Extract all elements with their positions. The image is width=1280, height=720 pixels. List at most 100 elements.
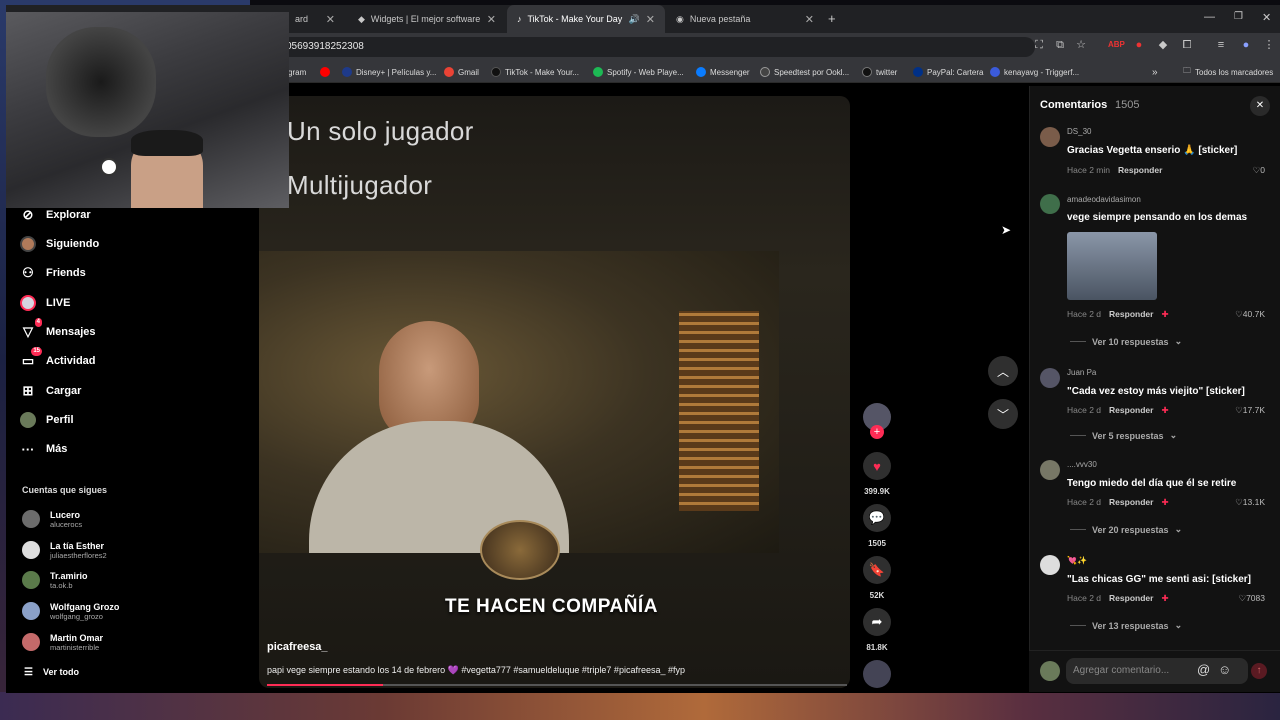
close-icon[interactable]: ✕ [487, 13, 496, 26]
previous-video-button[interactable]: ︿ [988, 356, 1018, 386]
send-arrow-icon[interactable]: ↑ [1251, 663, 1267, 679]
follow-plus-icon[interactable]: + [870, 425, 884, 439]
tab-4[interactable]: ◉ Nueva pestaña ✕ [666, 5, 824, 33]
bookmark-item[interactable]: Disney+ | Películas y... [342, 64, 436, 80]
compass-icon: ⊘ [22, 207, 34, 222]
reply-button[interactable]: Responder [1109, 497, 1153, 508]
bookmark-item[interactable]: Speedtest por Ookl... [760, 64, 849, 80]
like-button[interactable]: ♥ 399.9K [862, 452, 892, 496]
extension-diamond-icon[interactable]: ◆ [1156, 38, 1170, 52]
profile-avatar-icon[interactable]: ● [1239, 38, 1253, 52]
save-count: 52K [869, 591, 885, 600]
avatar[interactable] [1040, 555, 1060, 575]
bookmark-item[interactable]: kenayavg - Triggerf... [990, 64, 1079, 80]
bookmark-item[interactable]: TikTok - Make Your... [491, 64, 579, 80]
live-icon [20, 295, 36, 311]
minimize-icon[interactable]: — [1204, 11, 1215, 23]
media-control-icon[interactable]: ≡ [1214, 38, 1228, 52]
comment-like[interactable]: ♡13.1K [1215, 497, 1265, 508]
bookmark-item[interactable]: PayPal: Cartera [913, 64, 983, 80]
comment-user[interactable]: DS_30 [1067, 127, 1091, 136]
comment-user[interactable]: amadeodavidasimon [1067, 195, 1141, 204]
new-tab-icon[interactable]: + [828, 11, 836, 26]
view-replies-button[interactable]: Ver 5 respuestas ⌄ [1070, 430, 1177, 441]
video-author[interactable]: picafreesa_ [267, 641, 328, 653]
speaker-icon[interactable]: 🔊 [629, 14, 640, 25]
view-replies-button[interactable]: Ver 20 respuestas ⌄ [1070, 524, 1182, 535]
tab-3[interactable]: ♪ TikTok - Make Your Day 🔊 ✕ [507, 5, 665, 33]
share-count: 81.8K [866, 643, 888, 652]
close-comments-icon[interactable]: ✕ [1250, 96, 1270, 116]
reply-button[interactable]: Responder [1109, 405, 1153, 416]
close-icon[interactable]: ✕ [646, 13, 655, 26]
star-icon[interactable]: ☆ [1074, 38, 1088, 52]
chevron-down-icon: ⌄ [1174, 336, 1183, 346]
account-item[interactable]: Lucero alucerocs [22, 506, 82, 532]
reply-button[interactable]: Responder [1109, 593, 1153, 604]
comment-time: Hace 2 d [1067, 593, 1102, 603]
music-disc-button[interactable] [862, 660, 892, 688]
emoji-icon[interactable]: ☺ [1218, 662, 1231, 677]
cast-icon[interactable]: ⧉ [1053, 38, 1067, 52]
account-item[interactable]: Wolfgang Grozo wolfgang_grozo [22, 598, 119, 624]
heart-outline-icon: ♡ [1235, 309, 1243, 319]
sidebar-item-actividad[interactable]: ▭ 15 Actividad [20, 347, 96, 372]
bookmark-item[interactable]: twitter [862, 64, 897, 80]
tab-1[interactable]: ard ✕ [285, 5, 345, 33]
bookmarks-overflow-icon[interactable]: » [1152, 64, 1158, 80]
sidebar-item-siguiendo[interactable]: Siguiendo [20, 233, 99, 255]
comment-like[interactable]: ♡0 [1215, 165, 1265, 176]
account-item[interactable]: La tía Esther juliaestherflores2 [22, 537, 107, 563]
next-video-button[interactable]: ﹀ [988, 399, 1018, 429]
translate-icon[interactable]: ⛶ [1032, 38, 1046, 52]
close-icon[interactable]: ✕ [326, 13, 335, 26]
share-button[interactable]: ➦ 81.8K [862, 608, 892, 652]
comment-user[interactable]: Juan Pa [1067, 368, 1096, 377]
sidebar-item-cargar[interactable]: ⊞ Cargar [20, 380, 82, 402]
sidebar-item-mas[interactable]: ··· Más [20, 438, 68, 460]
messages-badge: 4 [34, 318, 42, 327]
creator-avatar-button[interactable]: + [862, 403, 892, 439]
extensions-puzzle-icon[interactable]: ⧠ [1180, 38, 1194, 52]
sidebar-item-mensajes[interactable]: ▽ 4 Mensajes [20, 318, 96, 343]
view-replies-button[interactable]: Ver 10 respuestas ⌄ [1070, 336, 1182, 347]
avatar[interactable] [1040, 460, 1060, 480]
account-item[interactable]: Martin Omar martinisterrible [22, 629, 103, 655]
comment-input[interactable]: Agregar comentario... @ ☺ [1066, 658, 1248, 684]
bookmark-item[interactable]: Spotify - Web Playe... [593, 64, 684, 80]
bookmark-item[interactable]: Gmail [444, 64, 479, 80]
comment-like[interactable]: ♡40.7K [1215, 309, 1265, 320]
sidebar-item-friends[interactable]: ⚇ Friends [20, 262, 86, 284]
comment-user[interactable]: 💘✨ [1067, 556, 1087, 565]
view-replies-button[interactable]: Ver 13 respuestas ⌄ [1070, 620, 1182, 631]
reply-button[interactable]: Responder [1118, 165, 1162, 175]
avatar[interactable] [1040, 368, 1060, 388]
comment-time: Hace 2 d [1067, 497, 1102, 507]
see-all-accounts[interactable]: ☰ Ver todo [24, 661, 79, 683]
bookmark-item[interactable]: Messenger [696, 64, 750, 80]
extension-red-icon[interactable]: ● [1132, 38, 1146, 52]
bookmark-item[interactable] [320, 64, 330, 80]
mention-icon[interactable]: @ [1197, 662, 1210, 677]
adblock-icon[interactable]: ABP [1108, 38, 1125, 52]
reply-button[interactable]: Responder [1109, 309, 1153, 320]
comment-user[interactable]: ....vvv30 [1067, 460, 1097, 469]
save-button[interactable]: 🔖 52K [862, 556, 892, 600]
avatar[interactable] [1040, 194, 1060, 214]
comment-like[interactable]: ♡17.7K [1215, 405, 1265, 416]
all-bookmarks[interactable]: 🗀 Todos los marcadores [1183, 64, 1273, 80]
close-icon[interactable]: ✕ [805, 13, 814, 26]
comment-like[interactable]: ♡7083 [1215, 593, 1265, 604]
comment-button[interactable]: 💬 1505 [862, 504, 892, 548]
bookmark-item[interactable]: gram [288, 64, 306, 80]
decoration-figure [46, 27, 156, 137]
browser-menu-icon[interactable]: ⋮ [1262, 38, 1276, 52]
maximize-icon[interactable]: ❐ [1234, 11, 1243, 22]
url-field[interactable]: 05693918252308 [280, 37, 1035, 57]
tab-2[interactable]: ◆ Widgets | El mejor software pa ✕ [348, 5, 506, 33]
sidebar-item-perfil[interactable]: Perfil [20, 409, 74, 431]
window-close-icon[interactable]: ✕ [1262, 11, 1271, 24]
avatar[interactable] [1040, 127, 1060, 147]
sidebar-item-live[interactable]: LIVE [20, 292, 70, 314]
account-item[interactable]: Tr.amirio ta.ok.b [22, 567, 88, 593]
